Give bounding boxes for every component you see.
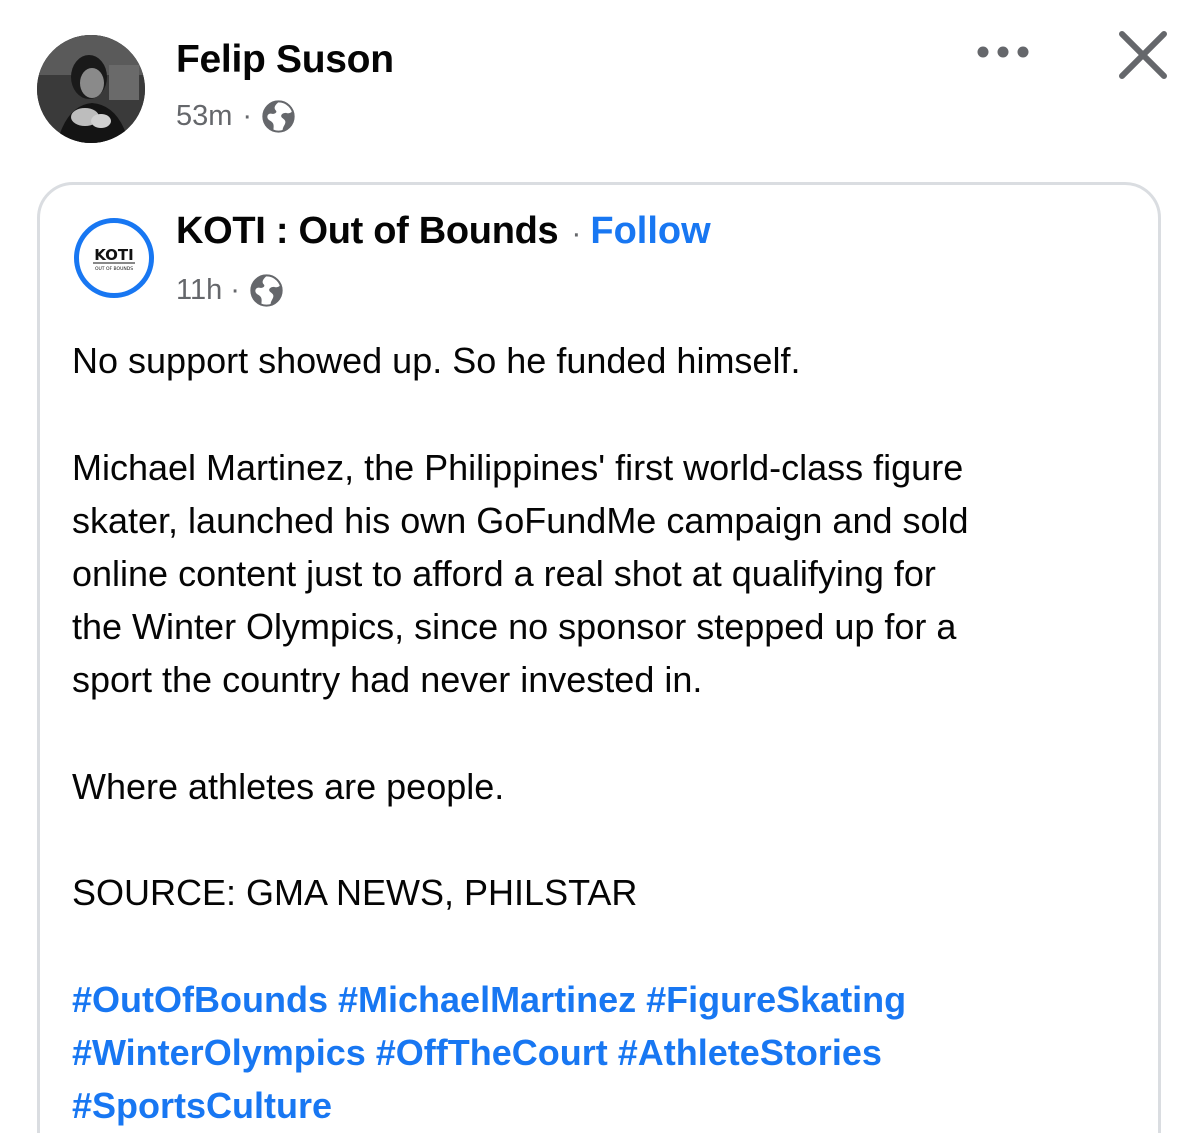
page-logo[interactable]: KOTI OUT OF BOUNDS bbox=[74, 218, 154, 298]
hashtag-list: #OutOfBounds #MichaelMartinez #FigureSka… bbox=[72, 973, 1152, 1132]
koti-logo-icon: KOTI OUT OF BOUNDS bbox=[93, 246, 135, 272]
page-name[interactable]: KOTI : Out of Bounds bbox=[176, 210, 559, 253]
close-button[interactable] bbox=[1108, 20, 1178, 90]
follow-separator: · bbox=[571, 217, 582, 250]
post-paragraph-1: No support showed up. So he funded himse… bbox=[72, 340, 801, 381]
author-name[interactable]: Felip Suson bbox=[176, 38, 394, 82]
svg-text:KOTI: KOTI bbox=[94, 246, 134, 264]
shared-header: KOTI : Out of Bounds · Follow bbox=[176, 210, 711, 253]
post-paragraph-2-line: Michael Martinez, the Philippines' first… bbox=[72, 447, 964, 488]
hashtag-link[interactable]: #OffTheCourt bbox=[376, 1032, 608, 1073]
post-paragraph-3: Where athletes are people. bbox=[72, 766, 505, 807]
post-meta: 53m · bbox=[176, 94, 295, 138]
shared-meta-separator: · bbox=[230, 273, 240, 306]
post-source: SOURCE: GMA NEWS, PHILSTAR bbox=[72, 872, 638, 913]
hashtag-link[interactable]: #WinterOlympics bbox=[72, 1032, 366, 1073]
hashtag-link[interactable]: #FigureSkating bbox=[646, 979, 906, 1020]
globe-icon[interactable] bbox=[262, 99, 295, 133]
more-options-button[interactable] bbox=[970, 30, 1036, 74]
shared-meta: 11h · bbox=[176, 268, 283, 312]
post-paragraph-2-line: online content just to afford a real sho… bbox=[72, 553, 936, 594]
post-container: Felip Suson 53m · KOTI OUT OF BOUNDS KOT… bbox=[0, 0, 1200, 1133]
post-paragraph-2-line: sport the country had never invested in. bbox=[72, 659, 703, 700]
post-paragraph-2-line: the Winter Olympics, since no sponsor st… bbox=[72, 606, 957, 647]
close-icon bbox=[1119, 31, 1167, 79]
more-options-icon bbox=[977, 46, 1029, 58]
post-paragraph-2: Michael Martinez, the Philippines' first… bbox=[72, 441, 1142, 706]
shared-time[interactable]: 11h bbox=[176, 274, 222, 307]
meta-separator: · bbox=[242, 99, 253, 132]
globe-icon[interactable] bbox=[250, 273, 283, 307]
post-paragraph-2-line: skater, launched his own GoFundMe campai… bbox=[72, 500, 969, 541]
hashtag-link[interactable]: #AthleteStories bbox=[618, 1032, 882, 1073]
avatar-photo bbox=[37, 35, 145, 143]
post-time[interactable]: 53m bbox=[176, 100, 232, 133]
hashtag-link[interactable]: #SportsCulture bbox=[72, 1085, 332, 1126]
svg-text:OUT OF BOUNDS: OUT OF BOUNDS bbox=[95, 266, 133, 272]
hashtag-link[interactable]: #OutOfBounds bbox=[72, 979, 328, 1020]
hashtag-link[interactable]: #MichaelMartinez bbox=[338, 979, 636, 1020]
follow-button[interactable]: Follow bbox=[590, 210, 710, 253]
author-avatar[interactable] bbox=[37, 35, 145, 143]
